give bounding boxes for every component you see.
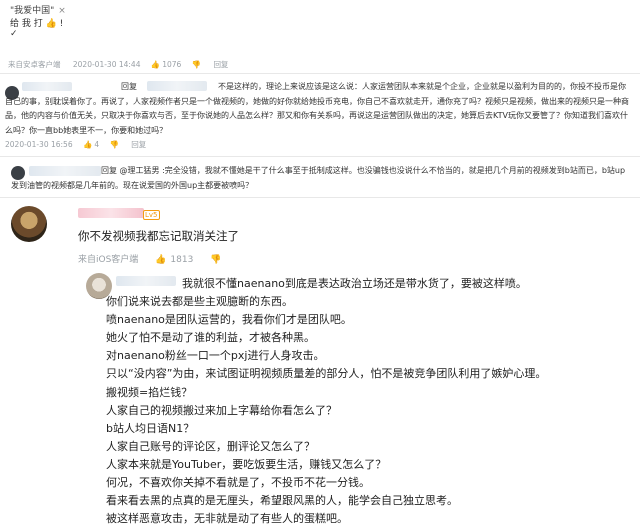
top-comment-date: 2020-01-30 14:44 [72,60,141,69]
top-comment-line2: 给 我 打 👍 ! [10,16,63,29]
main-comment-likes: 1813 [170,255,194,265]
reply-label[interactable]: 回复 [213,59,228,70]
comment-text: 不是这样的，理论上来说应该是这么说：人家运营团队本来就是个企业，企业就是以盈利为… [5,82,629,135]
comment-likes: 4 [94,140,100,149]
thumb-up-icon[interactable]: 👍 [155,255,166,265]
reply-line: 对naenano粉丝一口一个pxj进行人身攻击。 [106,349,325,363]
avatar[interactable] [11,206,47,242]
top-comment-line3: ✓ [10,29,18,39]
reply-line: 喷naenano是团队运营的，我看你们才是团队吧。 [106,313,352,327]
top-comment-meta: 来自安卓客户端 2020-01-30 14:44 👍 1076 👎 回复 [8,59,230,70]
username-blurred[interactable] [78,208,144,218]
level-badge: Lv5 [143,210,160,220]
reply-line: 搬视频=掐烂钱？ [106,385,193,399]
reply-line: 何况，不喜欢你关掉不看就是了，不投币不花一分钱。 [106,476,370,490]
thumb-up-icon[interactable]: 👍 [83,140,92,149]
main-comment-meta: 来自iOS客户端 👍 1813 👎 [78,252,225,265]
reply-line: 我就很不懂naenano到底是表达政治立场还是带水货了，要被这样喷。 [182,277,527,290]
reply-line: 被这样恶意攻击，无非就是动了有些人的蛋糕吧。 [106,512,348,525]
main-comment-source: 来自iOS客户端 [78,255,139,265]
divider [0,73,640,74]
reply-line: 人家本来就是YouTuber，要吃饭要生活，赚钱又怎么了？ [106,457,387,471]
divider [0,197,640,198]
reply-line: 人家自己的视频搬过来加上字幕给你看怎么了？ [106,403,337,417]
reply-line: 她火了怕不是动了谁的利益，才被各种黑。 [106,331,315,345]
reply-line: 看来看去黑的点真的是无厘头，希望跟风黑的人，能学会自己独立思考。 [106,494,458,508]
top-comment-line1: "我爱中国" × [10,3,66,16]
close-mark: × [58,6,66,16]
comment-date: 2020-01-30 16:56 [5,140,73,149]
reply-body: 我就很不懂naenano到底是表达政治立场还是带水货了，要被这样喷。 你们说来说… [106,275,546,525]
main-comment-text: 你不发视频我都忘记取消关注了 [78,229,239,243]
reply-line: 你们说来说去都是些主观臆断的东西。 [106,295,293,309]
comment-text: 回复 @理工猛男 :完全没错，我就不懂她是干了什么事至于抵制成这样。也没骗钱也没… [11,166,626,190]
thumb-up-icon[interactable]: 👍 [151,60,160,69]
comment-meta: 2020-01-30 16:56 👍 4 👎 回复 [5,139,148,150]
top-comment-suffix: ✓ [10,29,18,39]
top-comment-quote: "我爱中国" [10,6,55,16]
thumb-down-icon[interactable]: 👎 [192,60,201,69]
divider [0,156,640,157]
top-comment-source: 来自安卓客户端 [8,60,61,69]
thumb-down-icon[interactable]: 👎 [110,140,119,149]
top-comment-text: 给 我 打 👍 ! [10,19,64,29]
reply-line: 人家自己账号的评论区，删评论又怎么了？ [106,439,315,453]
reply-line: b站人均日语N1？ [106,421,195,435]
top-comment-likes: 1076 [162,60,182,69]
reply-line: 只以“没内容”为由，来试图证明视频质量差的部分人，怕不是被竞争团队利用了嫉妒心理… [106,367,547,381]
reply-label[interactable]: 回复 [131,139,146,150]
thumb-down-icon[interactable]: 👎 [210,255,221,265]
